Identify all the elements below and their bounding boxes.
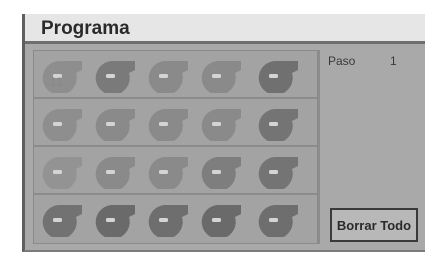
title-bar: Programa xyxy=(25,14,425,44)
fan-button[interactable] xyxy=(197,153,243,189)
fan-icon xyxy=(258,157,298,189)
fan-icon xyxy=(201,61,241,93)
fan-button[interactable] xyxy=(38,153,84,189)
fan-button[interactable] xyxy=(254,201,300,237)
grid-row xyxy=(34,195,317,243)
fan-icon xyxy=(258,205,298,237)
grid-row xyxy=(34,99,317,147)
fan-button[interactable] xyxy=(38,105,84,141)
fan-icon xyxy=(258,61,298,93)
fan-button[interactable] xyxy=(144,57,190,93)
side-panel: Paso 1 Borrar Todo xyxy=(318,50,423,244)
step-value: 1 xyxy=(390,54,397,68)
fan-icon xyxy=(148,157,188,189)
fan-button[interactable] xyxy=(38,201,84,237)
fan-icon xyxy=(95,205,135,237)
step-label: Paso xyxy=(328,54,356,68)
fan-button[interactable] xyxy=(197,105,243,141)
fan-icon xyxy=(95,61,135,93)
grid-row xyxy=(34,147,317,195)
window-title: Programa xyxy=(41,18,130,39)
fan-button[interactable] xyxy=(197,201,243,237)
fan-icon xyxy=(148,61,188,93)
grid-row: 11 xyxy=(34,51,317,99)
fan-button[interactable] xyxy=(254,153,300,189)
fan-button[interactable] xyxy=(144,201,190,237)
fan-button[interactable] xyxy=(254,105,300,141)
fan-icon xyxy=(42,109,82,141)
fan-icon xyxy=(42,157,82,189)
step-grid: 11 xyxy=(33,50,318,244)
fan-button[interactable] xyxy=(91,201,137,237)
fan-button[interactable]: 11 xyxy=(38,57,84,93)
clear-all-button[interactable]: Borrar Todo xyxy=(330,208,418,242)
fan-icon xyxy=(95,109,135,141)
fan-button[interactable] xyxy=(197,57,243,93)
fan-button[interactable] xyxy=(144,153,190,189)
fan-icon xyxy=(95,157,135,189)
fan-button[interactable] xyxy=(254,57,300,93)
fan-icon xyxy=(201,157,241,189)
fan-button[interactable] xyxy=(91,57,137,93)
fan-button[interactable] xyxy=(144,105,190,141)
fan-icon xyxy=(258,109,298,141)
fan-icon xyxy=(148,109,188,141)
fan-icon xyxy=(201,109,241,141)
fan-icon xyxy=(201,205,241,237)
fan-button[interactable] xyxy=(91,105,137,141)
step-number: 11 xyxy=(50,75,63,89)
fan-icon xyxy=(148,205,188,237)
fan-button[interactable] xyxy=(91,153,137,189)
program-window: Programa 11 Paso 1 Borrar Todo xyxy=(22,14,425,252)
fan-icon xyxy=(42,205,82,237)
